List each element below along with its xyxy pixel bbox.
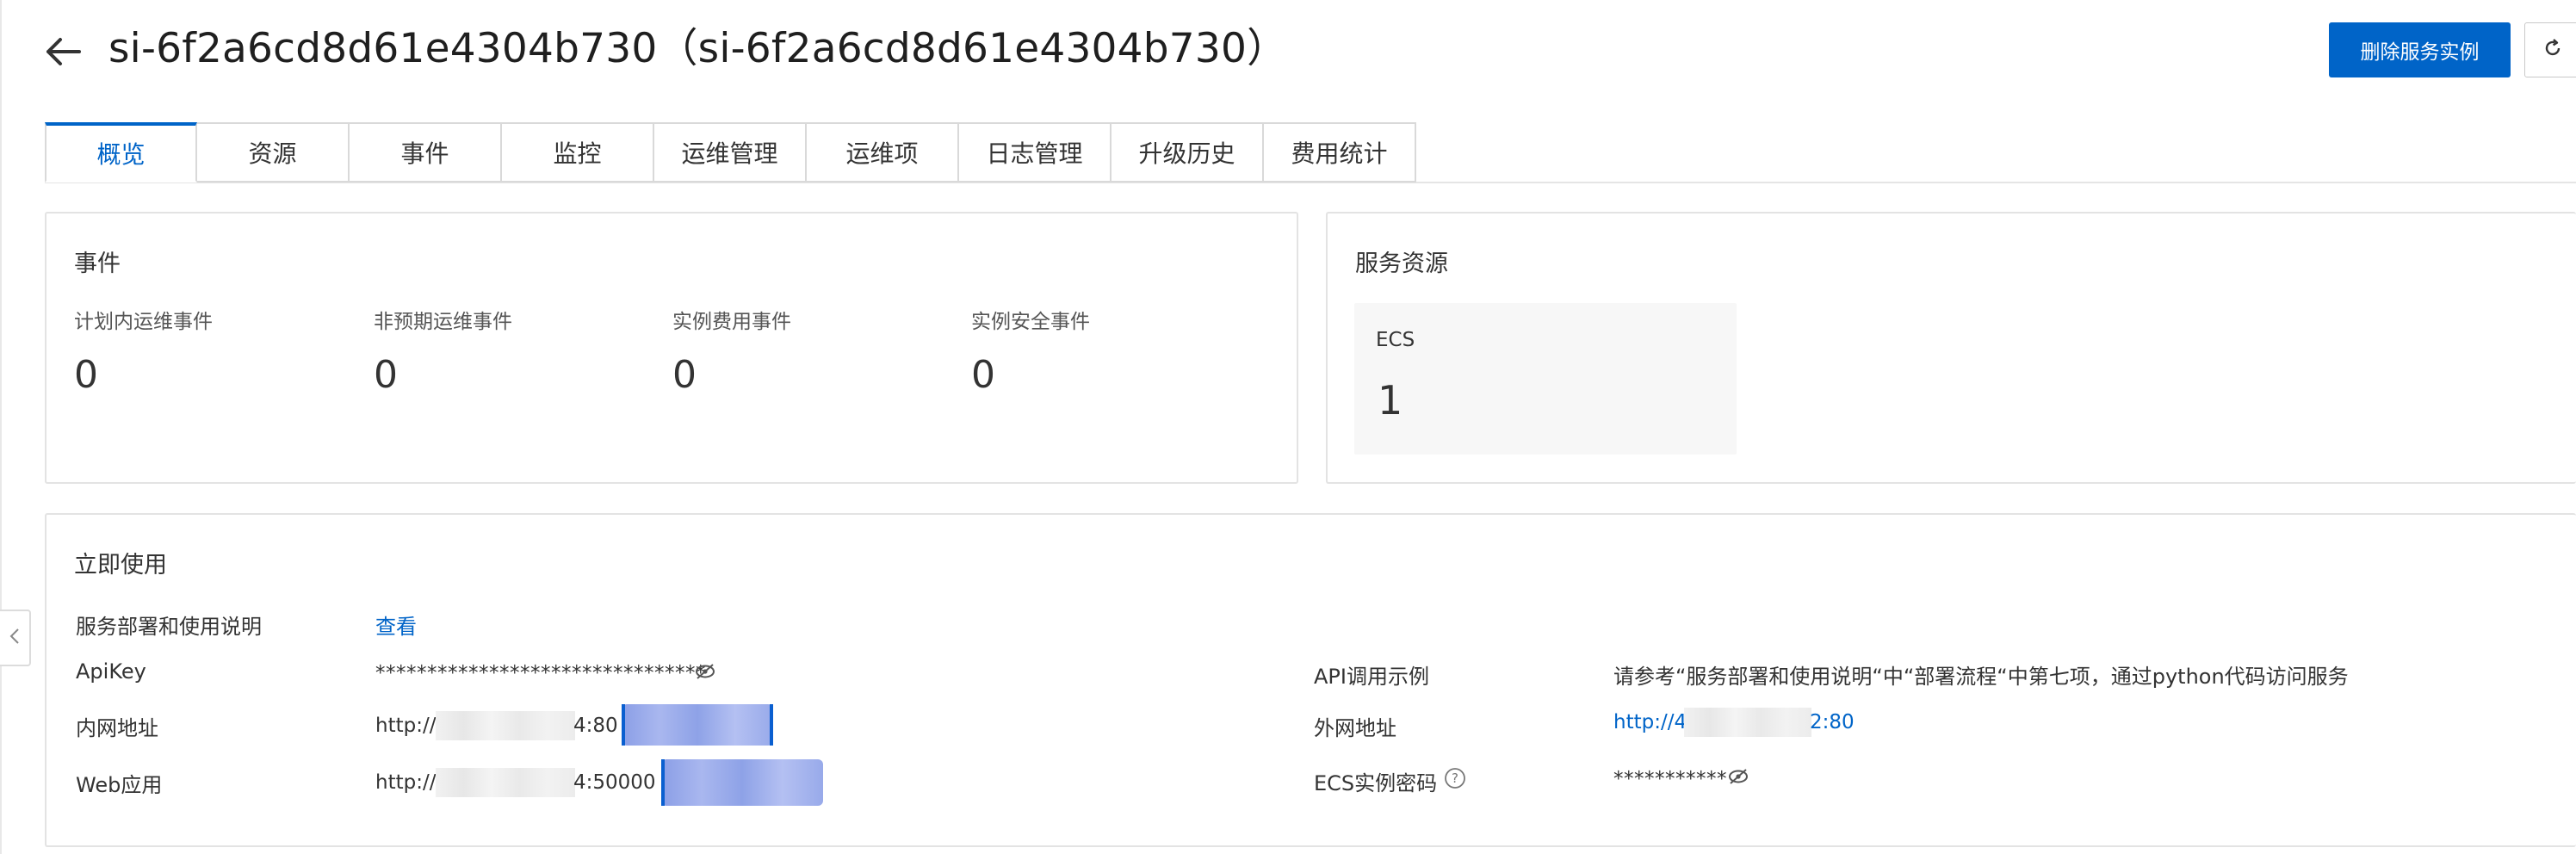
api-example-value: 请参考“服务部署和使用说明“中“部署流程“中第七项，通过python代码访问服务 bbox=[1613, 665, 2349, 689]
unplanned-ops-events-value: 0 bbox=[374, 353, 398, 397]
public-address-prefix[interactable]: http://4 bbox=[1613, 711, 1687, 733]
svg-text:?: ? bbox=[1452, 770, 1458, 786]
help-question-icon[interactable]: ? bbox=[1443, 766, 1467, 794]
sidebar-collapse-handle[interactable] bbox=[0, 610, 31, 666]
ecs-count: 1 bbox=[1378, 377, 1403, 424]
web-app-label: Web应用 bbox=[76, 773, 163, 797]
intranet-selection-edge bbox=[770, 704, 773, 746]
tab-events[interactable]: 事件 bbox=[350, 122, 502, 183]
events-card-title: 事件 bbox=[74, 251, 121, 277]
intranet-address-suffix: 4:80 bbox=[573, 715, 618, 737]
refresh-icon bbox=[2542, 38, 2563, 62]
tab-monitoring[interactable]: 监控 bbox=[502, 122, 654, 183]
instance-cost-events-value: 0 bbox=[672, 353, 697, 397]
instance-security-events-label: 实例安全事件 bbox=[971, 311, 1090, 333]
intranet-address-label: 内网地址 bbox=[76, 716, 158, 740]
chevron-left-icon bbox=[9, 627, 21, 649]
api-example-label: API调用示例 bbox=[1314, 665, 1429, 689]
page-title: si-6f2a6cd8d61e4304b730（si-6f2a6cd8d61e4… bbox=[108, 25, 1288, 72]
guide-label: 服务部署和使用说明 bbox=[76, 615, 262, 639]
intranet-address-prefix: http:// bbox=[375, 715, 437, 737]
ecs-password-label: ECS实例密码 bbox=[1314, 771, 1438, 795]
ecs-password-value: *********** bbox=[1613, 768, 1727, 790]
ecs-label: ECS bbox=[1376, 329, 1415, 351]
web-app-suffix: 4:50000 bbox=[573, 771, 656, 794]
public-address-redacted bbox=[1684, 708, 1811, 737]
tab-ops-management[interactable]: 运维管理 bbox=[654, 122, 807, 183]
intranet-address-redacted bbox=[436, 711, 575, 740]
tab-upgrade-history[interactable]: 升级历史 bbox=[1112, 122, 1264, 183]
eye-slash-icon[interactable] bbox=[694, 661, 716, 685]
planned-ops-events-value: 0 bbox=[74, 353, 98, 397]
refresh-button[interactable] bbox=[2524, 22, 2576, 77]
public-address-suffix[interactable]: 2:80 bbox=[1810, 711, 1855, 733]
arrow-left-icon[interactable] bbox=[41, 29, 86, 74]
intranet-selection-edge bbox=[622, 704, 625, 746]
tab-ops-items[interactable]: 运维项 bbox=[807, 122, 959, 183]
instance-security-events-value: 0 bbox=[971, 353, 995, 397]
apikey-value: ******************************** bbox=[375, 662, 706, 684]
web-app-copy-highlight[interactable] bbox=[661, 759, 823, 806]
tab-resources[interactable]: 资源 bbox=[197, 122, 350, 183]
service-resources-title: 服务资源 bbox=[1355, 251, 1448, 277]
web-app-selection-edge bbox=[661, 759, 665, 806]
quick-use-title: 立即使用 bbox=[74, 552, 167, 579]
view-guide-link[interactable]: 查看 bbox=[375, 610, 417, 640]
eye-slash-icon[interactable] bbox=[1727, 766, 1749, 790]
planned-ops-events-label: 计划内运维事件 bbox=[74, 311, 213, 333]
tab-bar: 概览 资源 事件 监控 运维管理 运维项 日志管理 升级历史 费用统计 bbox=[45, 122, 1416, 184]
delete-service-instance-button[interactable]: 删除服务实例 bbox=[2329, 22, 2511, 77]
web-app-redacted bbox=[436, 768, 575, 797]
instance-cost-events-label: 实例费用事件 bbox=[672, 311, 791, 333]
web-app-prefix: http:// bbox=[375, 771, 437, 794]
left-edge-divider bbox=[0, 0, 2, 854]
tab-log-management[interactable]: 日志管理 bbox=[959, 122, 1112, 183]
tab-overview[interactable]: 概览 bbox=[45, 122, 197, 183]
ecs-resource-tile[interactable] bbox=[1354, 303, 1737, 455]
apikey-label: ApiKey bbox=[76, 659, 146, 684]
unplanned-ops-events-label: 非预期运维事件 bbox=[374, 311, 512, 333]
intranet-copy-highlight[interactable] bbox=[622, 704, 773, 746]
public-address-label: 外网地址 bbox=[1314, 716, 1396, 740]
tab-cost-statistics[interactable]: 费用统计 bbox=[1264, 122, 1416, 183]
events-card bbox=[45, 212, 1298, 484]
